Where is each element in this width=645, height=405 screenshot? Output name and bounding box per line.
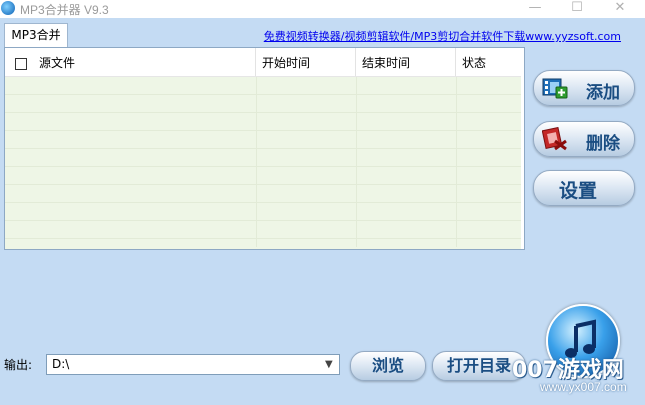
delete-button[interactable]: 删除 (533, 121, 635, 157)
watermark-url: www.yx007.com (540, 380, 627, 394)
window-title: MP3合并器 V9.3 (20, 3, 109, 17)
tab-mp3-merge[interactable]: MP3合并 (4, 23, 68, 48)
column-divider (356, 77, 357, 247)
output-path-value: D:\ (52, 357, 70, 371)
chevron-down-icon[interactable]: ▼ (325, 359, 335, 370)
maximize-button[interactable]: ☐ (562, 0, 592, 18)
title-bar: MP3合并器 V9.3 — ☐ ✕ (0, 0, 645, 18)
download-link[interactable]: 免费视频转换器/视频剪辑软件/MP3剪切合并软件下载www.yyzsoft.co… (264, 28, 621, 44)
column-header-end-time[interactable]: 结束时间 (356, 48, 456, 76)
file-list-header: 源文件 开始时间 结束时间 状态 (5, 48, 521, 77)
app-icon (1, 1, 15, 15)
add-button[interactable]: 添加 (533, 70, 635, 106)
file-list-body (5, 77, 521, 247)
output-path-select[interactable]: D:\ ▼ (46, 354, 340, 375)
output-label: 输出: (4, 358, 33, 372)
close-button[interactable]: ✕ (605, 0, 635, 18)
film-delete-icon (542, 127, 567, 151)
column-divider (456, 77, 457, 247)
delete-button-label: 删除 (586, 134, 620, 154)
add-button-label: 添加 (586, 83, 620, 103)
column-header-status[interactable]: 状态 (456, 48, 521, 76)
settings-button-label: 设置 (559, 180, 598, 202)
column-header-source[interactable]: 源文件 (5, 48, 256, 76)
column-header-start-time[interactable]: 开始时间 (256, 48, 356, 76)
film-add-icon (542, 78, 568, 99)
minimize-button[interactable]: — (520, 0, 550, 18)
list-edge (521, 48, 524, 249)
browse-button[interactable]: 浏览 (350, 351, 426, 381)
column-divider (256, 77, 257, 247)
file-list[interactable]: 源文件 开始时间 结束时间 状态 (4, 47, 525, 250)
settings-button[interactable]: 设置 (533, 170, 635, 206)
